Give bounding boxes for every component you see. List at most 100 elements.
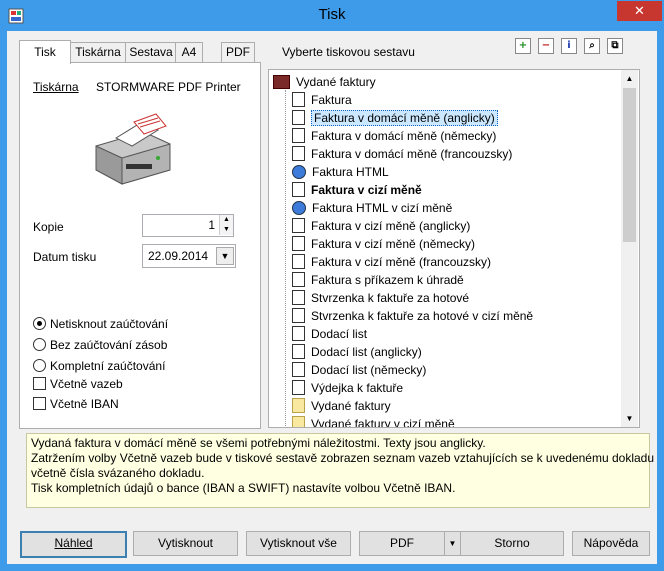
tree-item-label: Stvrzenka k faktuře za hotové v cizí měn… bbox=[311, 309, 534, 323]
cancel-button[interactable]: Storno bbox=[460, 531, 564, 556]
tree-item-label: Faktura v domácí měně (francouzsky) bbox=[311, 147, 513, 161]
preview-button-label: Náhled bbox=[54, 536, 93, 550]
tree-item[interactable]: Faktura v domácí měně (anglicky) bbox=[292, 109, 498, 127]
checkbox-label: Včetně vazeb bbox=[50, 377, 123, 391]
tree-item-label: Faktura v cizí měně (francouzsky) bbox=[311, 255, 492, 269]
remove-icon[interactable]: − bbox=[538, 38, 554, 54]
tree-item[interactable]: Vydané faktury v cizí měně bbox=[292, 415, 455, 428]
preview-button[interactable]: Náhled bbox=[20, 531, 127, 558]
tree-item[interactable]: Faktura v cizí měně (francouzsky) bbox=[292, 253, 491, 271]
tree-item-label: Faktura HTML v cizí měně bbox=[312, 201, 453, 215]
radio-label: Bez zaúčtování zásob bbox=[50, 338, 168, 352]
tree-item[interactable]: Faktura v domácí měně (francouzsky) bbox=[292, 145, 512, 163]
print-button[interactable]: Vytisknout bbox=[133, 531, 238, 556]
checkbox-label: Včetně IBAN bbox=[50, 397, 119, 411]
radio-icon[interactable] bbox=[33, 359, 46, 372]
checkbox-icon[interactable] bbox=[33, 377, 46, 390]
tree-item[interactable]: Faktura v cizí měně (anglicky) bbox=[292, 217, 470, 235]
tree-item[interactable]: Dodací list bbox=[292, 325, 367, 343]
tree-item[interactable]: Faktura v cizí měně bbox=[292, 181, 422, 199]
print-date-value[interactable]: 22.09.2014 bbox=[148, 249, 208, 263]
tree-item-label: Dodací list bbox=[311, 327, 368, 341]
tree-item[interactable]: Stvrzenka k faktuře za hotové v cizí měn… bbox=[292, 307, 533, 325]
find-icon[interactable]: ⌕ bbox=[584, 38, 600, 54]
tab-a4[interactable]: A4 bbox=[175, 42, 203, 62]
description-panel: Vydaná faktura v domácí měně se všemi po… bbox=[26, 433, 655, 508]
radio-bez-zasob[interactable]: Bez zaúčtování zásob bbox=[33, 337, 167, 353]
tree-item-label: Dodací list (německy) bbox=[311, 363, 427, 377]
scroll-down-icon[interactable]: ▼ bbox=[621, 410, 638, 427]
tree-item-label: Vydané faktury bbox=[311, 399, 391, 413]
tree-item[interactable]: Vydané faktury bbox=[292, 397, 391, 415]
radio-netisknout[interactable]: Netisknout zaúčtování bbox=[33, 316, 168, 332]
document-icon bbox=[292, 308, 305, 323]
info-icon[interactable]: i bbox=[561, 38, 577, 54]
close-button[interactable]: ✕ bbox=[617, 1, 662, 21]
tree-item-label: Faktura v cizí měně (anglicky) bbox=[311, 219, 471, 233]
tree-item[interactable]: Dodací list (anglicky) bbox=[292, 343, 422, 361]
tree-scrollbar[interactable]: ▲ ▼ bbox=[621, 70, 638, 427]
tree-connector bbox=[285, 90, 286, 427]
window-title: Tisk bbox=[318, 6, 346, 23]
print-date-field[interactable]: 22.09.2014 ▼ bbox=[142, 244, 236, 268]
spin-down-icon[interactable]: ▼ bbox=[219, 225, 233, 235]
report-hint: Vyberte tiskovou sestavu bbox=[282, 45, 415, 59]
tree-item[interactable]: Faktura HTML v cizí měně bbox=[292, 199, 452, 217]
checkbox-icon[interactable] bbox=[33, 397, 46, 410]
calendar-dropdown-icon[interactable]: ▼ bbox=[216, 247, 234, 265]
document-icon bbox=[292, 218, 305, 233]
description-line: Zatržením volby Včetně vazeb bude v tisk… bbox=[31, 451, 655, 465]
document-icon bbox=[292, 128, 305, 143]
printer-name: STORMWARE PDF Printer bbox=[96, 80, 241, 94]
tree-item[interactable]: Faktura v domácí měně (německy) bbox=[292, 127, 496, 145]
printer-label[interactable]: Tiskárna bbox=[33, 80, 79, 94]
tree-item-label: Faktura HTML bbox=[312, 165, 389, 179]
scroll-thumb[interactable] bbox=[623, 88, 636, 242]
radio-label: Netisknout zaúčtování bbox=[50, 317, 169, 331]
description-line: včetně čísla svázaného dokladu. bbox=[31, 466, 205, 480]
help-button[interactable]: Nápověda bbox=[572, 531, 650, 556]
title-bar: Tisk ✕ bbox=[0, 0, 664, 32]
document-icon bbox=[292, 344, 305, 359]
folder-icon bbox=[292, 398, 305, 413]
add-icon[interactable]: + bbox=[515, 38, 531, 54]
tree-root[interactable]: Vydané faktury bbox=[273, 73, 376, 91]
document-icon bbox=[292, 362, 305, 377]
tree-item[interactable]: Stvrzenka k faktuře za hotové bbox=[292, 289, 469, 307]
radio-icon[interactable] bbox=[33, 338, 46, 351]
tree-item[interactable]: Dodací list (německy) bbox=[292, 361, 426, 379]
radio-selected-icon[interactable] bbox=[33, 317, 46, 330]
tree-item-label: Vydané faktury v cizí měně bbox=[311, 417, 455, 428]
pdf-dropdown-icon[interactable]: ▼ bbox=[444, 531, 461, 556]
tab-tisk[interactable]: Tisk bbox=[19, 40, 71, 64]
tree-item-label: Faktura s příkazem k úhradě bbox=[311, 273, 464, 287]
html-document-icon bbox=[292, 201, 306, 215]
printer-icon bbox=[95, 113, 171, 185]
document-icon bbox=[292, 92, 305, 107]
tree-item[interactable]: Faktura v cizí měně (německy) bbox=[292, 235, 475, 253]
tab-sestava[interactable]: Sestava bbox=[125, 42, 177, 62]
tree-item[interactable]: Výdejka k faktuře bbox=[292, 379, 403, 397]
print-all-button[interactable]: Vytisknout vše bbox=[246, 531, 351, 556]
pdf-button[interactable]: PDF bbox=[359, 531, 445, 556]
document-icon bbox=[292, 254, 305, 269]
book-icon bbox=[273, 75, 290, 89]
tree-item[interactable]: Faktura s příkazem k úhradě bbox=[292, 271, 464, 289]
tab-pdf[interactable]: PDF bbox=[221, 42, 255, 62]
radio-kompletni[interactable]: Kompletní zaúčtování bbox=[33, 358, 165, 374]
copies-spinbox[interactable]: 1 ▲ ▼ bbox=[142, 214, 234, 237]
document-icon bbox=[292, 236, 305, 251]
scroll-up-icon[interactable]: ▲ bbox=[621, 70, 638, 87]
copy-icon[interactable]: ⧉ bbox=[607, 38, 623, 54]
tree-item-label: Výdejka k faktuře bbox=[311, 381, 404, 395]
tree-item-label: Stvrzenka k faktuře za hotové bbox=[311, 291, 470, 305]
copies-value[interactable]: 1 bbox=[143, 218, 215, 232]
tree-item[interactable]: Faktura HTML bbox=[292, 163, 389, 181]
tab-tiskarna[interactable]: Tiskárna bbox=[69, 42, 127, 62]
checkbox-iban[interactable]: Včetně IBAN bbox=[33, 396, 119, 412]
spin-up-icon[interactable]: ▲ bbox=[219, 215, 233, 225]
tree-root-label: Vydané faktury bbox=[296, 75, 376, 89]
checkbox-vazby[interactable]: Včetně vazeb bbox=[33, 376, 123, 392]
report-tree[interactable]: Vydané faktury Faktura Faktura v domácí m… bbox=[268, 69, 640, 428]
tree-item[interactable]: Faktura bbox=[292, 91, 352, 109]
